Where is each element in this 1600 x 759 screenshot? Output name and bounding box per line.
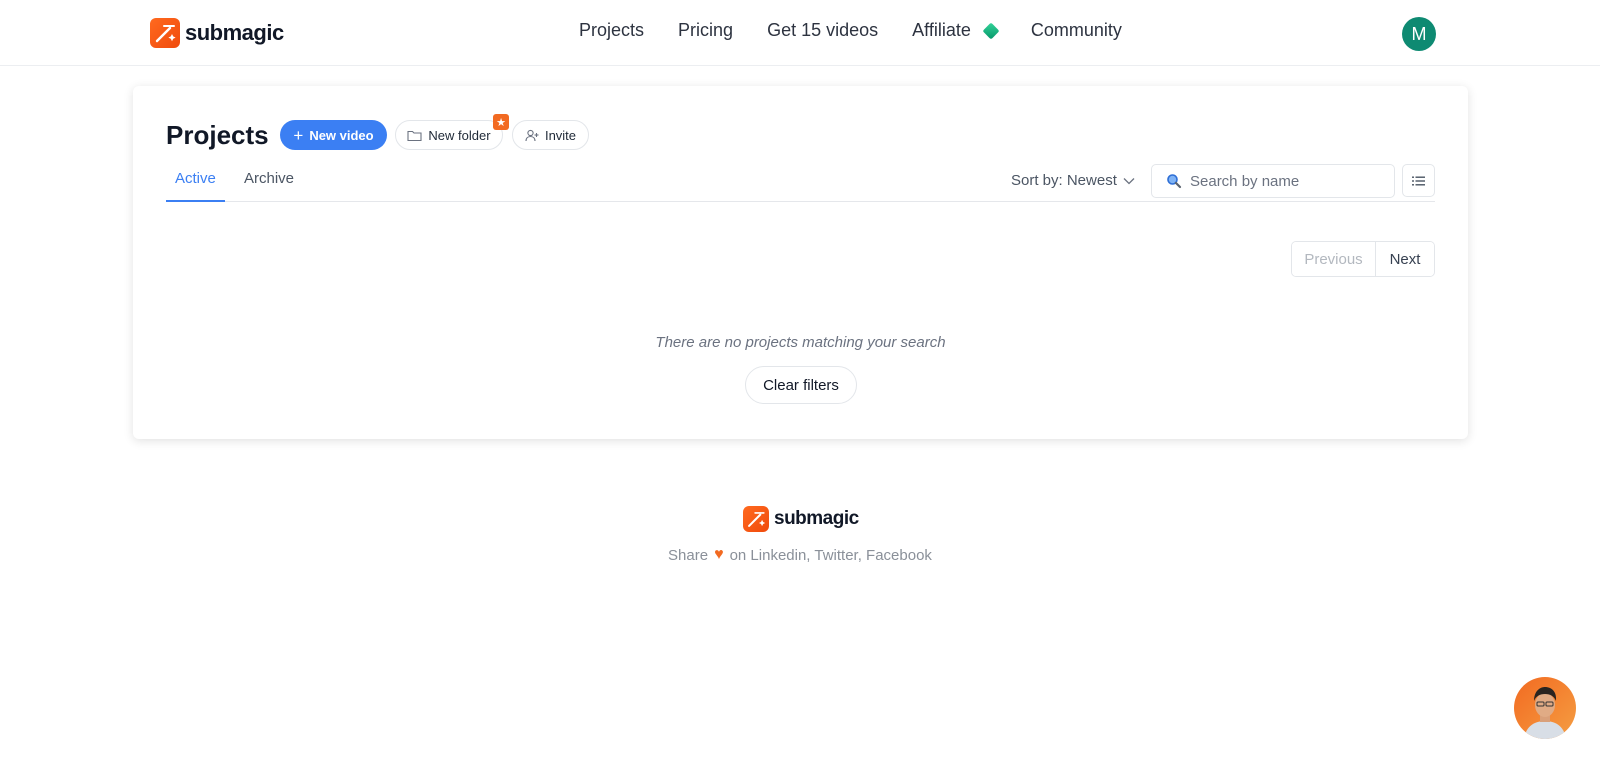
brand-logo[interactable]: submagic (150, 18, 284, 48)
heart-icon: ♥ (714, 546, 724, 563)
diamond-icon (982, 22, 1000, 39)
share-prefix: Share (668, 546, 709, 564)
wand-logo-icon (150, 18, 180, 48)
list-view-button[interactable] (1402, 164, 1435, 197)
support-chat-avatar[interactable] (1514, 677, 1576, 739)
tab-archive[interactable]: Archive (235, 170, 303, 202)
nav-affiliate[interactable]: Affiliate (912, 20, 1000, 41)
nav-projects[interactable]: Projects (579, 20, 644, 41)
tab-active[interactable]: Active (166, 170, 225, 202)
share-line: Share ♥ on Linkedin, Twitter, Facebook (0, 546, 1600, 564)
page-title: Projects (166, 120, 269, 150)
invite-button[interactable]: Invite (512, 120, 589, 150)
pagination: Previous Next (1291, 241, 1435, 277)
projects-card: Projects + New video New folder ★ Invite… (133, 86, 1468, 439)
chevron-down-icon (1123, 177, 1135, 184)
nav-affiliate-label: Affiliate (912, 20, 971, 40)
folder-icon (407, 130, 422, 141)
invite-label: Invite (544, 127, 577, 143)
search-box (1151, 164, 1395, 198)
footer-brand-name: submagic (774, 508, 859, 529)
list-icon (1412, 176, 1425, 185)
main-nav: Projects Pricing Get 15 videos Affiliate… (579, 20, 1156, 41)
new-video-button[interactable]: + New video (280, 120, 387, 150)
plus-icon: + (293, 125, 304, 145)
new-folder-label: New folder (428, 127, 491, 143)
search-input[interactable] (1190, 172, 1380, 190)
person-avatar-icon (1524, 687, 1566, 739)
previous-button[interactable]: Previous (1292, 242, 1376, 276)
nav-pricing[interactable]: Pricing (678, 20, 733, 41)
new-video-label: New video (309, 127, 374, 143)
sort-dropdown[interactable]: Sort by: Newest (1011, 172, 1135, 189)
premium-star-icon: ★ (493, 114, 509, 130)
nav-get-15-videos[interactable]: Get 15 videos (767, 20, 878, 41)
new-folder-button[interactable]: New folder (395, 120, 503, 150)
nav-community[interactable]: Community (1031, 20, 1122, 41)
clear-filters-button[interactable]: Clear filters (745, 366, 857, 404)
share-links[interactable]: on Linkedin, Twitter, Facebook (730, 547, 932, 564)
wand-logo-icon (743, 506, 769, 532)
user-avatar[interactable]: M (1402, 17, 1436, 51)
empty-state-message: There are no projects matching your sear… (655, 334, 946, 351)
footer-logo[interactable]: submagic (743, 506, 859, 532)
search-icon (1167, 174, 1182, 189)
brand-name: submagic (185, 20, 284, 45)
top-navbar: submagic Projects Pricing Get 15 videos … (0, 0, 1600, 66)
add-user-icon (525, 129, 539, 141)
sort-label: Sort by: Newest (1011, 172, 1117, 189)
next-button[interactable]: Next (1376, 242, 1434, 276)
